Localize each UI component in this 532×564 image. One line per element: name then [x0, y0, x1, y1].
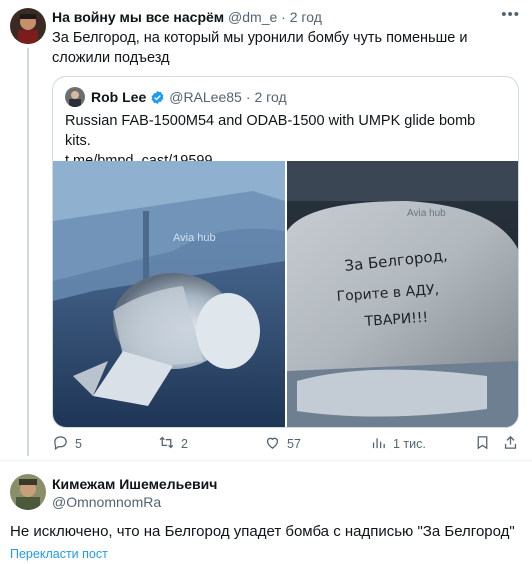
quote-header: Rob Lee @RALee85 · 2 год: [91, 89, 287, 105]
views-count: 1 тис.: [393, 437, 426, 451]
author-handle[interactable]: @OmnomnomRa: [52, 494, 161, 510]
timestamp[interactable]: 2 год: [290, 9, 322, 25]
like-icon: [264, 434, 281, 454]
watermark: Avia hub: [407, 208, 446, 219]
bookmark-icon: [474, 434, 491, 454]
avatar[interactable]: [10, 474, 46, 510]
action-bar: 5 2 57 1 тис.: [52, 432, 522, 454]
verified-badge-icon: [150, 90, 165, 105]
reply-text: Не исключено, что на Белгород упадет бом…: [10, 523, 515, 540]
tweet-main[interactable]: На войну мы все насрём @dm_e · 2 год •••…: [0, 0, 532, 464]
translate-link[interactable]: Перекласти пост: [10, 547, 108, 561]
author-name[interactable]: Rob Lee: [91, 89, 146, 105]
reply-count: 5: [75, 437, 82, 451]
like-button[interactable]: 57: [264, 434, 301, 454]
reply-button[interactable]: 5: [52, 434, 82, 454]
bookmark-button[interactable]: [474, 434, 491, 454]
quoted-tweet[interactable]: Rob Lee @RALee85 · 2 год Russian FAB-150…: [52, 76, 519, 428]
watermark: Avia hub: [173, 232, 216, 244]
photo-right[interactable]: Avia hub За Белгород, Горите в АДУ, ТВАР…: [287, 161, 518, 427]
separator: ·: [245, 89, 251, 105]
timestamp[interactable]: 2 год: [255, 89, 287, 105]
thread-line: [27, 48, 29, 456]
divider: [0, 460, 532, 461]
tweet-reply[interactable]: Кимежам Ишемельевич @OmnomnomRa Не исклю…: [0, 464, 532, 564]
more-dots-icon[interactable]: •••: [501, 6, 520, 23]
quote-text-line: Russian FAB-1500M54 and ODAB-1500 with U…: [65, 113, 476, 149]
repost-button[interactable]: 2: [158, 434, 188, 454]
share-icon: [502, 434, 519, 454]
like-count: 57: [287, 437, 301, 451]
views-icon: [370, 434, 387, 454]
author-handle[interactable]: @RALee85: [169, 89, 242, 105]
separator: ·: [281, 9, 286, 25]
quote-media: Avia hub Avia hub За Белгород, Горите в …: [53, 161, 518, 427]
author-handle[interactable]: @dm_e: [228, 9, 277, 25]
views-button[interactable]: 1 тис.: [370, 434, 426, 454]
author-name[interactable]: Кимежам Ишемельевич: [52, 476, 217, 492]
author-name[interactable]: На войну мы все насрём: [52, 9, 224, 25]
avatar[interactable]: [10, 8, 46, 44]
reply-icon: [52, 434, 69, 454]
tweet-header: На войну мы все насрём @dm_e · 2 год: [52, 9, 322, 25]
avatar[interactable]: [65, 87, 85, 107]
repost-icon: [158, 434, 175, 454]
share-button[interactable]: [502, 434, 519, 454]
tweet-text: За Белгород, на который мы уронили бомбу…: [52, 30, 468, 66]
repost-count: 2: [181, 437, 188, 451]
photo-left[interactable]: Avia hub: [53, 161, 285, 427]
